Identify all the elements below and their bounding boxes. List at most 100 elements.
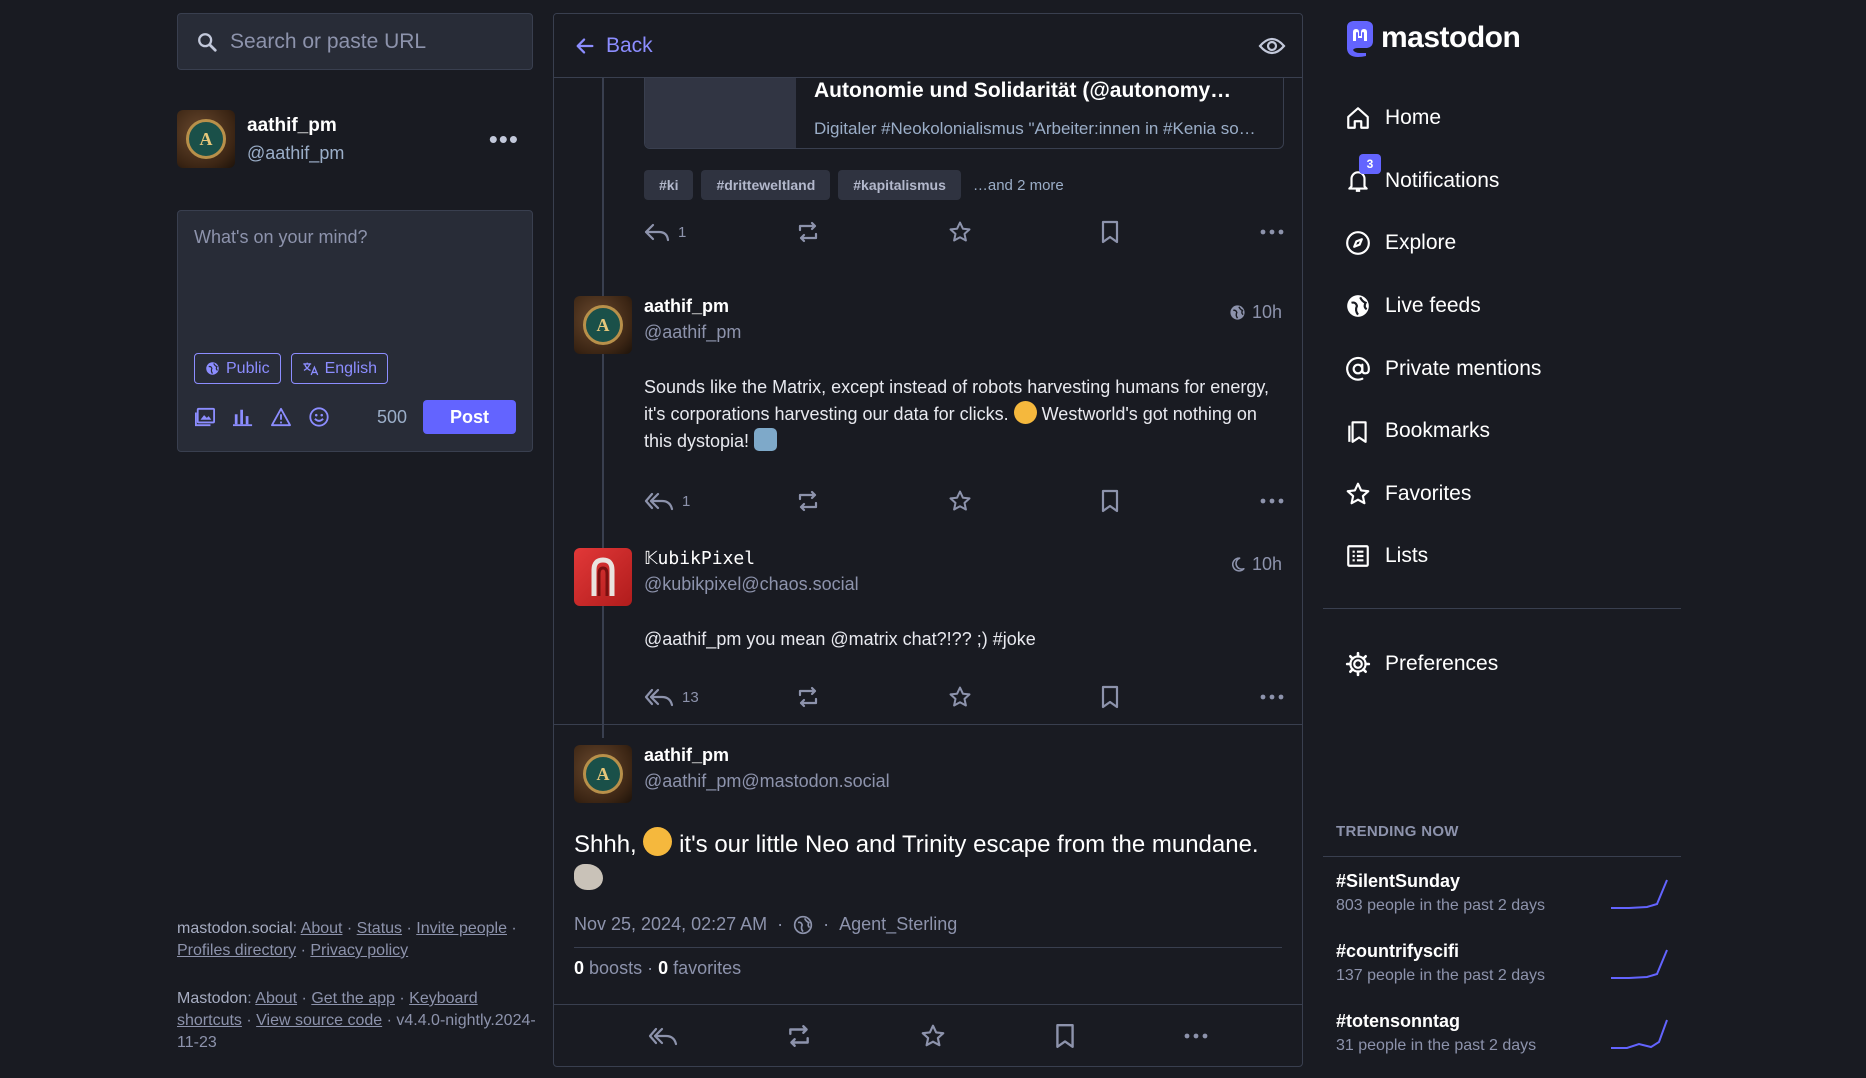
poll-icon[interactable] bbox=[232, 407, 254, 427]
trending-hashtag[interactable]: #SilentSunday 803 people in the past 2 d… bbox=[1336, 871, 1669, 915]
status-actions: 1 bbox=[644, 486, 1284, 516]
status-counts: 0 boosts · 0 favorites bbox=[574, 958, 742, 978]
favorites-label[interactable]: favorites bbox=[673, 958, 741, 978]
boost-button[interactable] bbox=[796, 490, 948, 512]
nav-notifications[interactable]: 3 Notifications bbox=[1323, 150, 1681, 213]
bookmark-button[interactable] bbox=[1100, 489, 1252, 513]
boost-button[interactable] bbox=[796, 221, 948, 243]
reply-all-button[interactable] bbox=[648, 1026, 678, 1046]
status-display-name[interactable]: aathif_pm bbox=[644, 745, 890, 766]
trend-usage: 31 people in the past 2 days bbox=[1336, 1037, 1537, 1054]
avatar[interactable]: A bbox=[177, 110, 235, 168]
content-warning-icon[interactable] bbox=[270, 407, 292, 427]
status-post[interactable]: A aathif_pm @aathif_pm 10h Sounds like t… bbox=[574, 296, 1282, 455]
hashtag-chip[interactable]: #dritteweltland bbox=[701, 170, 831, 200]
nav-bookmarks[interactable]: Bookmarks bbox=[1323, 400, 1681, 463]
status-time[interactable]: 10h bbox=[1252, 302, 1282, 323]
boosts-count[interactable]: 0 bbox=[574, 958, 584, 978]
nav-explore[interactable]: Explore bbox=[1323, 212, 1681, 275]
status-display-name[interactable]: 𝕂ubikPixel bbox=[644, 548, 859, 569]
status-post[interactable]: 𝕂ubikPixel @kubikpixel@chaos.social 10h … bbox=[574, 548, 1282, 653]
more-options-button[interactable] bbox=[1260, 693, 1284, 701]
bookmark-button[interactable] bbox=[1054, 1023, 1076, 1049]
search-box[interactable] bbox=[177, 13, 533, 70]
profiles-directory-link[interactable]: Profiles directory bbox=[177, 942, 296, 959]
boost-button[interactable] bbox=[786, 1024, 812, 1048]
avatar[interactable]: A bbox=[574, 745, 632, 803]
current-account: A aathif_pm @aathif_pm ••• bbox=[177, 110, 533, 168]
trending-hashtag[interactable]: #countrifyscifi 137 people in the past 2… bbox=[1336, 941, 1669, 985]
nav-label: Notifications bbox=[1385, 168, 1500, 192]
boost-button[interactable] bbox=[796, 686, 948, 708]
trend-usage: 137 people in the past 2 days bbox=[1336, 967, 1546, 984]
focused-status-actions bbox=[554, 1004, 1302, 1066]
privacy-policy-link[interactable]: Privacy policy bbox=[310, 942, 408, 959]
nav-lists[interactable]: Lists bbox=[1323, 525, 1681, 588]
hashtag-chip[interactable]: #kapitalismus bbox=[838, 170, 961, 200]
favorite-button[interactable] bbox=[948, 489, 1100, 513]
trend-name[interactable]: #countrifyscifi bbox=[1336, 941, 1609, 962]
more-options-button[interactable] bbox=[1184, 1032, 1208, 1040]
reply-all-icon bbox=[644, 492, 674, 511]
application-name[interactable]: Agent_Sterling bbox=[839, 914, 957, 935]
post-button[interactable]: Post bbox=[423, 400, 516, 434]
left-column: A aathif_pm @aathif_pm ••• Public Englis… bbox=[177, 13, 533, 452]
favorites-count[interactable]: 0 bbox=[658, 958, 668, 978]
nav-label: Explore bbox=[1385, 231, 1457, 255]
nav-label: Home bbox=[1385, 106, 1442, 130]
trend-sparkline bbox=[1611, 1019, 1668, 1049]
mastodon-logo[interactable]: mastodon bbox=[1341, 13, 1681, 63]
more-options-button[interactable] bbox=[1260, 228, 1284, 236]
reply-all-button[interactable]: 1 bbox=[644, 491, 796, 511]
hashtag-more-link[interactable]: …and 2 more bbox=[973, 177, 1064, 194]
back-button[interactable]: Back bbox=[574, 34, 653, 58]
avatar[interactable]: A bbox=[574, 296, 632, 354]
account-display-name[interactable]: aathif_pm bbox=[247, 115, 489, 137]
nav-home[interactable]: Home bbox=[1323, 87, 1681, 150]
mastodon-about-link[interactable]: About bbox=[255, 990, 297, 1007]
status-date[interactable]: Nov 25, 2024, 02:27 AM bbox=[574, 914, 767, 935]
bookmark-icon bbox=[1056, 1023, 1074, 1048]
compose-textarea[interactable] bbox=[178, 211, 532, 351]
source-code-link[interactable]: View source code bbox=[256, 1012, 382, 1029]
visibility-button[interactable]: Public bbox=[194, 353, 281, 384]
trend-name[interactable]: #totensonntag bbox=[1336, 1011, 1609, 1032]
navigation-column: mastodon Home 3 Notifications Explore Li… bbox=[1323, 13, 1681, 1054]
favorite-button[interactable] bbox=[948, 685, 1100, 709]
account-menu-button[interactable]: ••• bbox=[489, 124, 533, 155]
star-icon bbox=[949, 221, 971, 242]
bookmark-button[interactable] bbox=[1100, 220, 1252, 244]
reply-button[interactable]: 1 bbox=[644, 222, 796, 242]
nav-favorites[interactable]: Favorites bbox=[1323, 463, 1681, 526]
about-link[interactable]: About bbox=[301, 920, 343, 937]
image-upload-icon[interactable] bbox=[194, 407, 216, 427]
avatar[interactable] bbox=[574, 548, 632, 606]
nav-live-feeds[interactable]: Live feeds bbox=[1323, 275, 1681, 338]
language-button[interactable]: English bbox=[290, 353, 389, 384]
boosts-label[interactable]: boosts bbox=[589, 958, 642, 978]
get-app-link[interactable]: Get the app bbox=[311, 990, 395, 1007]
invite-link[interactable]: Invite people bbox=[416, 920, 507, 937]
nav-private-mentions[interactable]: Private mentions bbox=[1323, 337, 1681, 400]
reply-all-button[interactable]: 13 bbox=[644, 687, 796, 707]
trending-hashtag[interactable]: #totensonntag 31 people in the past 2 da… bbox=[1336, 1011, 1669, 1055]
favorite-button[interactable] bbox=[948, 220, 1100, 244]
nav-preferences[interactable]: Preferences bbox=[1323, 633, 1681, 696]
bookmark-button[interactable] bbox=[1100, 685, 1252, 709]
status-link[interactable]: Status bbox=[357, 920, 402, 937]
more-options-button[interactable] bbox=[1260, 497, 1284, 505]
status-time[interactable]: 10h bbox=[1252, 554, 1282, 575]
card-description: Digitaler #Neokolonialismus "Arbeiter:in… bbox=[814, 119, 1256, 138]
favorite-button[interactable] bbox=[920, 1023, 946, 1049]
back-label: Back bbox=[606, 33, 653, 57]
globe-icon bbox=[793, 915, 813, 935]
emoji-icon[interactable] bbox=[308, 406, 330, 428]
search-input[interactable] bbox=[230, 29, 514, 54]
status-display-name[interactable]: aathif_pm bbox=[644, 296, 741, 317]
status-handle: @aathif_pm bbox=[644, 322, 742, 342]
eye-icon[interactable] bbox=[1258, 35, 1286, 57]
avatar-letter: A bbox=[583, 305, 623, 345]
trend-name[interactable]: #SilentSunday bbox=[1336, 871, 1609, 892]
status-content: @aathif_pm you mean @matrix chat?!?? ;) … bbox=[644, 626, 1282, 653]
hashtag-chip[interactable]: #ki bbox=[644, 170, 694, 200]
